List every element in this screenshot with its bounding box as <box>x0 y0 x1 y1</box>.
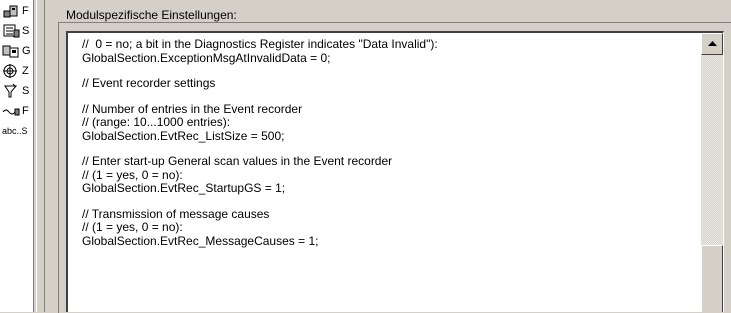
editor-line: // Transmission of message causes <box>82 206 270 221</box>
editor-line: GlobalSection.EvtRec_StartupGS = 1; <box>82 181 286 195</box>
tree-item-text[interactable]: abc..S <box>2 122 33 140</box>
target-icon <box>2 63 22 79</box>
settings-icon <box>2 23 22 39</box>
tree-item-label: S <box>22 85 30 97</box>
tree-item-funnel[interactable]: S <box>2 82 33 100</box>
editor-line: // Event recorder settings <box>82 76 216 90</box>
tree-item-label: S <box>22 25 30 37</box>
editor-line: GlobalSection.EvtRec_ListSize = 500; <box>82 128 285 143</box>
scroll-up-button[interactable] <box>701 33 723 55</box>
tree-item-label: F <box>22 5 29 17</box>
tree-item-label: Z <box>22 65 29 77</box>
tree-item-settings[interactable]: S <box>2 22 33 40</box>
tree-item-label: G <box>22 45 31 57</box>
tree-item-link[interactable]: F <box>2 102 33 120</box>
vertical-scrollbar[interactable] <box>701 33 723 312</box>
editor-blank-line <box>82 196 682 208</box>
funnel-icon <box>2 83 22 99</box>
group-icon <box>2 43 22 59</box>
link-icon <box>2 103 22 119</box>
editor-line: // Number of entries in the Event record… <box>82 101 303 116</box>
editor-line: // 0 = no; a bit in the Diagnostics Regi… <box>82 37 438 51</box>
module-icon <box>2 3 22 19</box>
text-icon: abc..S <box>2 126 28 136</box>
arrow-up-icon <box>707 41 717 46</box>
editor-line: // (1 = yes, 0 = no): <box>82 220 183 234</box>
splitter[interactable] <box>33 0 55 312</box>
editor-line: // (1 = yes, 0 = no): <box>82 167 183 182</box>
editor-line: // (range: 10...1000 entries): <box>82 115 231 129</box>
section-title: Modulspezifische Einstellungen: <box>66 8 237 22</box>
settings-editor[interactable]: // 0 = no; a bit in the Diagnostics Regi… <box>66 31 724 312</box>
tree-item-group[interactable]: G <box>2 42 33 60</box>
editor-line: GlobalSection.ExceptionMsgAtInvalidData … <box>82 50 331 65</box>
editor-line: GlobalSection.EvtRec_MessageCauses = 1; <box>82 233 319 248</box>
tree-item-label: F <box>22 105 29 117</box>
tree-item-module[interactable]: F <box>2 2 33 20</box>
tree-item-target[interactable]: Z <box>2 62 33 80</box>
scroll-thumb[interactable] <box>701 245 723 312</box>
editor-text[interactable]: // 0 = no; a bit in the Diagnostics Regi… <box>82 37 682 248</box>
editor-blank-line <box>82 91 682 103</box>
editor-line: // Enter start-up General scan values in… <box>82 154 393 168</box>
module-tree: F S G Z S F abc..S <box>0 0 33 312</box>
